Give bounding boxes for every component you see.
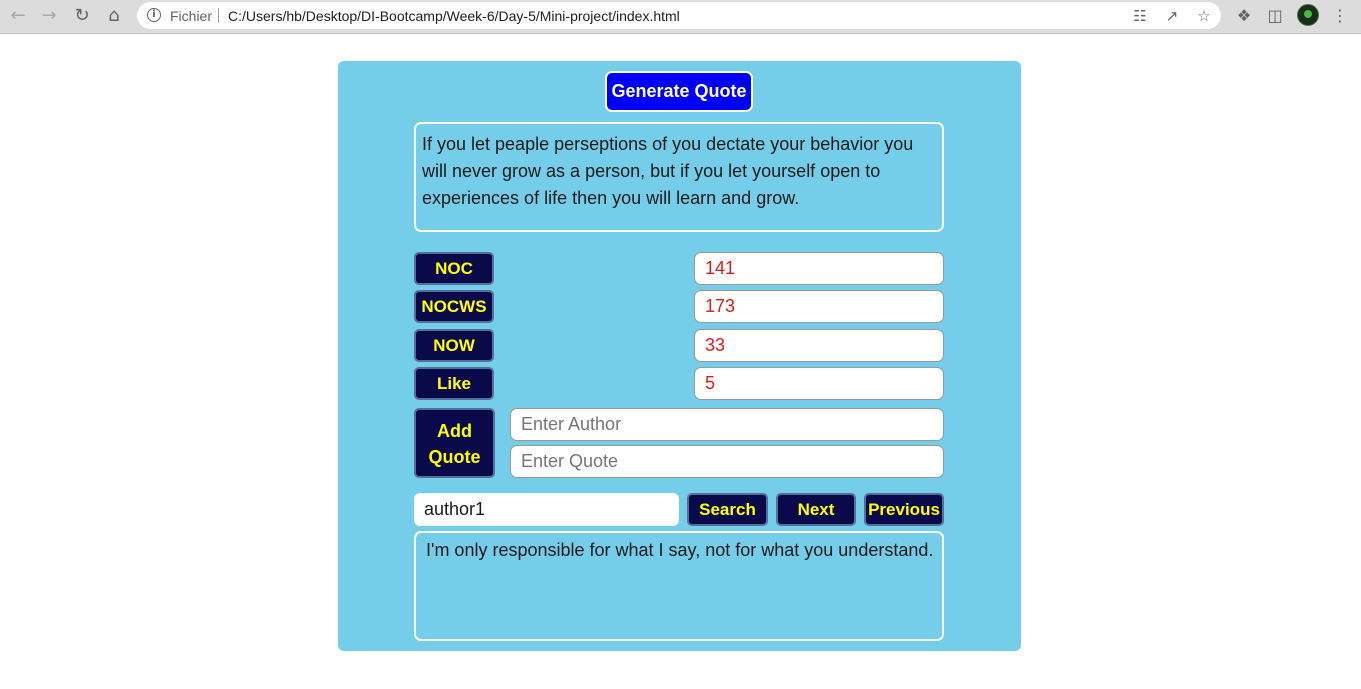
now-button[interactable]: NOW [414,329,494,362]
reload-icon[interactable]: ↻ [70,5,94,27]
search-input[interactable] [414,493,679,526]
profile-avatar[interactable] [1297,4,1319,26]
generate-quote-button[interactable]: Generate Quote [605,71,753,112]
like-button[interactable]: Like [414,367,494,400]
quote-input[interactable] [510,445,944,478]
like-value[interactable]: 5 [694,367,944,400]
home-icon[interactable]: ⌂ [102,5,126,27]
now-value[interactable]: 33 [694,329,944,362]
noc-button[interactable]: NOC [414,252,494,285]
side-panel-icon[interactable]: ◫ [1264,5,1286,27]
quote-display: If you let peaple perseptions of you dec… [414,122,944,232]
browser-toolbar: ← → ↻ ⌂ i Fichier C:/Users/hb/Desktop/DI… [0,0,1361,34]
previous-button[interactable]: Previous [864,493,944,526]
scheme-label: Fichier [170,8,213,24]
share-icon[interactable]: ↗ [1162,6,1182,26]
add-quote-button[interactable]: Add Quote [414,408,495,478]
search-result-display: I'm only responsible for what I say, not… [414,531,944,641]
address-separator [218,8,219,23]
info-icon[interactable]: i [147,8,161,22]
quote-card: Generate Quote If you let peaple persept… [338,61,1021,651]
nocws-value[interactable]: 173 [694,290,944,323]
next-button[interactable]: Next [776,493,856,526]
address-bar[interactable]: i Fichier C:/Users/hb/Desktop/DI-Bootcam… [137,2,1221,29]
noc-value[interactable]: 141 [694,252,944,285]
translate-icon[interactable]: ☷ [1130,6,1150,26]
url-text[interactable]: C:/Users/hb/Desktop/DI-Bootcamp/Week-6/D… [228,8,680,24]
nocws-button[interactable]: NOCWS [414,290,494,323]
search-button[interactable]: Search [687,493,768,526]
menu-icon[interactable]: ⋮ [1329,5,1351,27]
forward-icon[interactable]: → [37,5,61,27]
add-quote-label-line1: Add [437,421,472,441]
author-input[interactable] [510,408,944,441]
star-icon[interactable]: ☆ [1194,6,1214,26]
extensions-icon[interactable]: ❖ [1233,5,1255,27]
back-icon[interactable]: ← [6,5,30,27]
add-quote-label-line2: Quote [428,447,481,467]
